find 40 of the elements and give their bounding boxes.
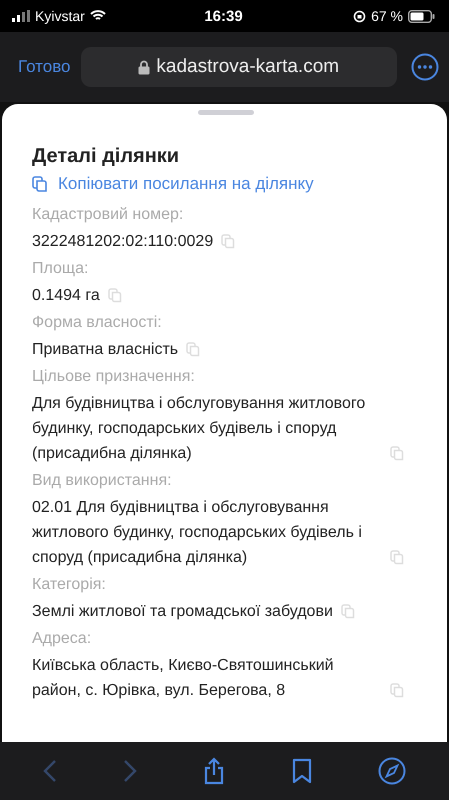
field-label: Цільове призначення: xyxy=(32,368,196,386)
sheet-title: Деталі ділянки xyxy=(32,145,180,168)
url-text: kadastrova-karta.com xyxy=(156,56,340,78)
field-value: Приватна власність xyxy=(32,340,178,360)
copy-link[interactable]: Копіювати посилання на ділянку xyxy=(32,174,419,194)
copy-icon[interactable] xyxy=(390,446,404,461)
lock-icon xyxy=(138,60,150,74)
field-label: Кадастровий номер: xyxy=(32,206,184,224)
field-label: Адреса: xyxy=(32,630,92,648)
carrier-name: Kyivstar xyxy=(35,8,85,24)
address-bar[interactable]: kadastrova-karta.com xyxy=(80,47,397,87)
copy-icon[interactable] xyxy=(186,342,200,357)
field-value: 02.01 Для будівництва і обслуговування житлового будинку, господарських будівель і споруд (присадибна ділянка) xyxy=(32,498,363,568)
bookmark-icon[interactable] xyxy=(292,758,312,784)
field-value: Землі житлової та громадської забудови xyxy=(32,602,333,622)
field-label: Площа: xyxy=(32,260,90,278)
sheet-handle[interactable] xyxy=(198,110,254,115)
field-value: 3222481202:02:110:0029 xyxy=(32,232,214,252)
battery-icon xyxy=(408,10,435,22)
share-icon[interactable] xyxy=(203,757,226,785)
copy-icon[interactable] xyxy=(390,683,404,698)
wifi-icon xyxy=(90,10,106,22)
field-label: Вид використання: xyxy=(32,472,173,490)
more-icon[interactable] xyxy=(411,53,439,81)
done-button[interactable]: Готово xyxy=(18,57,70,77)
signal-icon xyxy=(12,10,30,22)
field-value: Київська область, Києво-Святошинський район, с. Юрівка, вул. Берегова, 8 xyxy=(32,656,335,701)
clock-time: 16:39 xyxy=(204,8,243,24)
copy-icon[interactable] xyxy=(340,604,355,619)
copy-icon[interactable] xyxy=(108,288,122,303)
field-label: Категорія: xyxy=(32,576,107,594)
copy-icon[interactable] xyxy=(390,550,404,565)
field-value: Для будівництва і обслуговування житлового будинку, господарських будівель і споруд (присадибна ділянка) xyxy=(32,394,366,464)
battery-percent: 67 % xyxy=(371,8,403,24)
field-value: 0.1494 га xyxy=(32,286,100,306)
rotation-lock-icon xyxy=(353,10,366,22)
copy-icon[interactable] xyxy=(221,234,236,249)
compass-icon[interactable] xyxy=(378,757,406,785)
field-label: Форма власності: xyxy=(32,314,163,332)
copy-icon xyxy=(32,176,48,192)
